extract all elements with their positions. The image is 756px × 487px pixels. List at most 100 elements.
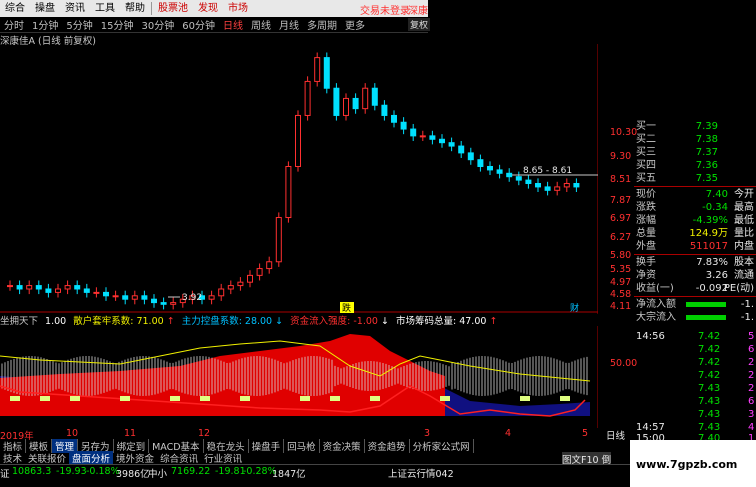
candle-body [35,285,42,290]
period-more[interactable]: 更多 [341,17,369,32]
fq-button[interactable]: 复权 [408,18,431,31]
bid-price: 7.38 [695,134,718,145]
tab-analyst-net[interactable]: 分析家公式网 [410,439,474,453]
signal-marker [200,396,210,401]
tab-industry-news[interactable]: 行业资讯 [201,451,245,465]
tick-row: 7.42 6 [636,343,756,356]
menu-item-discover[interactable]: 发现 [193,0,223,17]
account-label[interactable]: 深康 [408,2,428,17]
tab-related[interactable]: 关联报价 [25,451,69,465]
tab-horse[interactable]: 回马枪 [284,439,320,453]
stat-tail: 最低 [734,215,754,226]
menu-item-caopan[interactable]: 操盘 [30,0,60,17]
range-label: 8.65 - 8.61 [523,166,572,176]
bid-row[interactable]: 买二 7.38 [598,133,756,146]
stat-tail: PE(动) [723,283,754,294]
index2-change: -19.81 [215,466,246,477]
flow-row: 净流入额 -1. [598,298,756,311]
candle-body [266,261,273,270]
date-tick: 5 [582,428,589,439]
period-5min[interactable]: 5分钟 [62,17,96,32]
candle-body [544,186,551,191]
period-1min[interactable]: 1分钟 [28,17,62,32]
signal-marker [330,396,340,401]
tab-fund-trend[interactable]: 资金趋势 [365,439,410,453]
watermark: www.7gpzb.com [636,458,738,471]
candle-body [487,165,493,171]
candle-body [131,295,138,300]
candle-body [439,138,445,144]
candle-body [314,57,321,82]
indicator-header[interactable]: 坐拥天下 1.00 散户套牢系数: 71.00 ↑ 主力控盘系数: 28.00 … [0,313,501,327]
tab-trader[interactable]: 操盘手 [249,439,285,453]
menu-item-gongju[interactable]: 工具 [90,0,120,17]
candle-body [93,291,100,294]
bid-row[interactable]: 买四 7.36 [598,159,756,172]
stat-label: 总量 [636,228,656,239]
stat-label: 外盘 [636,241,656,252]
period-multi[interactable]: 多周期 [303,17,341,32]
period-daily[interactable]: 日线 [219,17,247,32]
news-ticker[interactable]: 上证云行情042 [388,466,454,480]
tab-fund-decision[interactable]: 资金决策 [320,439,365,453]
period-monthly[interactable]: 月线 [275,17,303,32]
candle-body [410,128,417,137]
signal-marker [560,396,570,401]
candle-body [275,217,282,263]
candle-body [64,285,71,290]
period-60min[interactable]: 60分钟 [178,17,219,32]
stat-value: 3.26 [705,270,728,281]
tab-general-news[interactable]: 综合资讯 [157,451,201,465]
bid-price: 7.36 [695,160,718,171]
menu-item-zixun[interactable]: 资讯 [60,0,90,17]
candle-body [218,288,225,297]
menu-item-stock-pool[interactable]: 股票池 [153,0,193,17]
info-tab-bar: 技术 关联报价 盘面分析 境外资金 综合资讯 行业资讯 [0,451,598,465]
candle-body [45,288,52,293]
stat-row: 总量 124.9万 量比 [598,227,756,240]
candle-body [381,104,388,116]
menu-item-market[interactable]: 市场 [223,0,253,17]
candle-body [285,165,292,219]
date-tick: 11 [124,428,137,439]
daily-label[interactable]: 日线 [606,428,625,442]
bid-label: 买二 [636,134,656,145]
candle-body [400,121,407,130]
menu-item-zonghe[interactable]: 综合 [0,0,30,17]
candle-body [496,169,503,174]
bid-row[interactable]: 买三 7.37 [598,146,756,159]
bid-row[interactable]: 买五 7.35 [598,172,756,185]
candle-body [343,97,349,116]
candle-body [352,97,359,110]
kline-chart[interactable]: 8.65 - 8.61 3.92 跌 财 [0,44,598,314]
signal-marker [370,396,380,401]
indicator-chart[interactable] [0,326,598,428]
tick-price: 7.43 [698,396,721,407]
candle-body [573,183,580,188]
period-30min[interactable]: 30分钟 [137,17,178,32]
index1-pct: -0.18% [86,466,120,477]
stat-label: 收益(一) [636,283,674,294]
login-status[interactable]: 交易未登录 [360,2,410,17]
signal-marker [240,396,250,401]
menu-item-bangzhu[interactable]: 帮助 [120,0,150,17]
period-15min[interactable]: 15分钟 [97,17,138,32]
period-weekly[interactable]: 周线 [247,17,275,32]
tick-price: 7.42 [698,357,721,368]
tab-foreign-fund[interactable]: 境外资金 [113,451,157,465]
tick-row: 14:56 7.42 5 [636,330,756,343]
flow-row: 大宗流入 -1. [598,311,756,324]
tab-market-analysis[interactable]: 盘面分析 [69,451,114,465]
finance-marker: 财 [570,302,579,314]
candle-body [151,298,157,304]
tick-price: 7.42 [698,344,721,355]
bid-row[interactable]: 买一 7.39 [598,120,756,133]
tick-row: 7.43 3 [636,408,756,421]
tab-tech[interactable]: 技术 [0,451,25,465]
period-fenshi[interactable]: 分时 [0,17,28,32]
index1-name[interactable]: 证 [0,466,10,480]
index2-name[interactable]: 中小 [148,466,167,480]
stat-label: 涨跌 [636,202,656,213]
candle-body [333,87,340,116]
stat-row: 现价 7.40 今开 [598,188,756,201]
